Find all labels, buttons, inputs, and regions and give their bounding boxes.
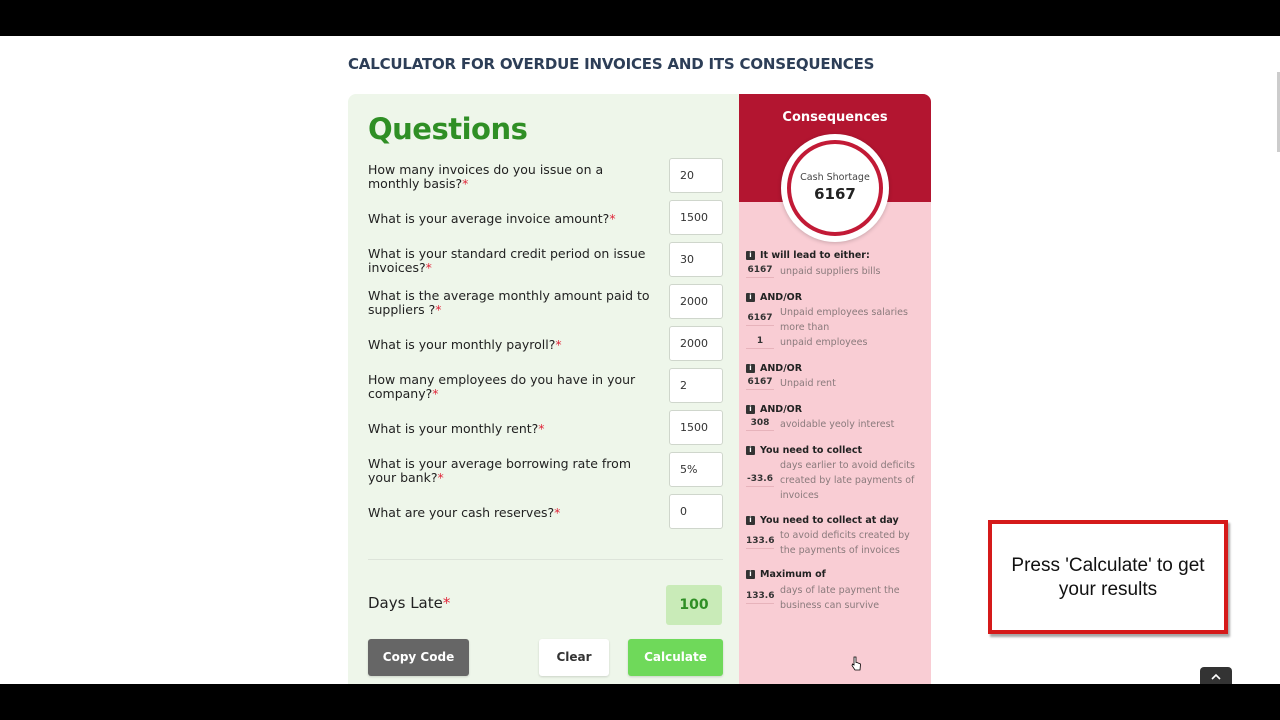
- calculate-button[interactable]: Calculate: [628, 639, 723, 676]
- question-row: What are your cash reserves?* 0: [368, 494, 723, 532]
- consequence-title: i Maximum of: [746, 569, 826, 580]
- questions-panel: Questions How many invoices do you issue…: [348, 94, 740, 684]
- consequences-panel: Consequences Cash Shortage 6167 i It will…: [739, 94, 931, 684]
- consequence-text: avoidable yeoly interest: [780, 419, 895, 430]
- consequence-text: unpaid suppliers bills: [780, 266, 881, 277]
- info-icon: i: [746, 446, 755, 455]
- page: CALCULATOR FOR OVERDUE INVOICES AND ITS …: [0, 36, 1280, 684]
- info-icon: i: [746, 293, 755, 302]
- consequence-value: -33.6: [746, 474, 774, 487]
- page-title: CALCULATOR FOR OVERDUE INVOICES AND ITS …: [348, 55, 875, 73]
- clear-button[interactable]: Clear: [539, 639, 609, 676]
- question-label: What is your average borrowing rate from…: [368, 456, 631, 485]
- question-label: What is your monthly payroll?*: [368, 337, 562, 352]
- question-label: What is the average monthly amount paid …: [368, 288, 650, 317]
- days-late-label: Days Late*: [368, 594, 451, 612]
- consequence-title: i AND/OR: [746, 404, 802, 415]
- question-label: What is your standard credit period on i…: [368, 246, 646, 275]
- cash-shortage-ring: Cash Shortage 6167: [781, 134, 889, 242]
- question-row: How many invoices do you issue on a mont…: [368, 158, 723, 196]
- question-label: How many invoices do you issue on a mont…: [368, 162, 604, 191]
- question-label: What is your average invoice amount?*: [368, 211, 616, 226]
- credit-period-input[interactable]: 30: [669, 242, 723, 277]
- consequence-title: i You need to collect at day: [746, 515, 899, 526]
- consequence-title: i You need to collect: [746, 445, 862, 456]
- consequence-value: 308: [746, 418, 774, 431]
- consequence-text: days earlier to avoid deficits created b…: [780, 460, 915, 501]
- questions-heading: Questions: [368, 112, 528, 146]
- monthly-payroll-input[interactable]: 2000: [669, 326, 723, 361]
- instruction-callout: Press 'Calculate' to get your results: [988, 520, 1228, 634]
- cash-reserves-input[interactable]: 0: [669, 494, 723, 529]
- callout-text: Press 'Calculate' to get your results: [1011, 555, 1205, 600]
- info-icon: i: [746, 251, 755, 260]
- question-row: How many employees do you have in your c…: [368, 368, 723, 406]
- question-label: What are your cash reserves?*: [368, 505, 561, 520]
- invoices-per-month-input[interactable]: 20: [669, 158, 723, 193]
- consequence-value: 1: [746, 336, 774, 349]
- question-row: What is your monthly rent?* 1500: [368, 410, 723, 448]
- suppliers-amount-input[interactable]: 2000: [669, 284, 723, 319]
- question-row: What is your monthly payroll?* 2000: [368, 326, 723, 364]
- copy-code-button[interactable]: Copy Code: [368, 639, 469, 676]
- average-invoice-amount-input[interactable]: 1500: [669, 200, 723, 235]
- days-late-input[interactable]: 100: [666, 585, 722, 625]
- consequence-value: 6167: [746, 377, 774, 390]
- consequence-text: Unpaid rent: [780, 378, 836, 389]
- question-row: What is your average invoice amount?* 15…: [368, 200, 723, 238]
- consequence-text: to avoid deficits created by the payment…: [780, 530, 910, 556]
- consequence-value: 133.64: [746, 591, 774, 604]
- employees-count-input[interactable]: 2: [669, 368, 723, 403]
- question-row: What is your standard credit period on i…: [368, 242, 723, 280]
- consequence-title: i It will lead to either:: [746, 250, 870, 261]
- consequence-title: i AND/OR: [746, 292, 802, 303]
- consequence-text: unpaid employees: [780, 337, 868, 348]
- info-icon: i: [746, 405, 755, 414]
- consequence-text: Unpaid employees salaries more than: [780, 307, 908, 333]
- chevron-up-icon: [1211, 673, 1221, 680]
- info-icon: i: [746, 570, 755, 579]
- consequence-value: 133.64: [746, 536, 774, 549]
- consequence-text: days of late payment the business can su…: [780, 585, 900, 611]
- divider: [368, 559, 723, 560]
- cash-shortage-label: Cash Shortage: [800, 172, 870, 183]
- borrowing-rate-input[interactable]: 5%: [669, 452, 723, 487]
- consequence-value: 6167: [746, 265, 774, 278]
- question-row: What is the average monthly amount paid …: [368, 284, 723, 322]
- consequences-title: Consequences: [782, 110, 888, 125]
- info-icon: i: [746, 516, 755, 525]
- cash-shortage-value: 6167: [814, 185, 856, 203]
- hand-cursor-icon: [851, 656, 861, 671]
- consequence-title: i AND/OR: [746, 363, 802, 374]
- question-label: How many employees do you have in your c…: [368, 372, 636, 401]
- info-icon: i: [746, 364, 755, 373]
- scroll-to-top-button[interactable]: [1200, 667, 1232, 684]
- consequence-value: 6167: [746, 313, 774, 326]
- question-label: What is your monthly rent?*: [368, 421, 545, 436]
- monthly-rent-input[interactable]: 1500: [669, 410, 723, 445]
- question-row: What is your average borrowing rate from…: [368, 452, 723, 490]
